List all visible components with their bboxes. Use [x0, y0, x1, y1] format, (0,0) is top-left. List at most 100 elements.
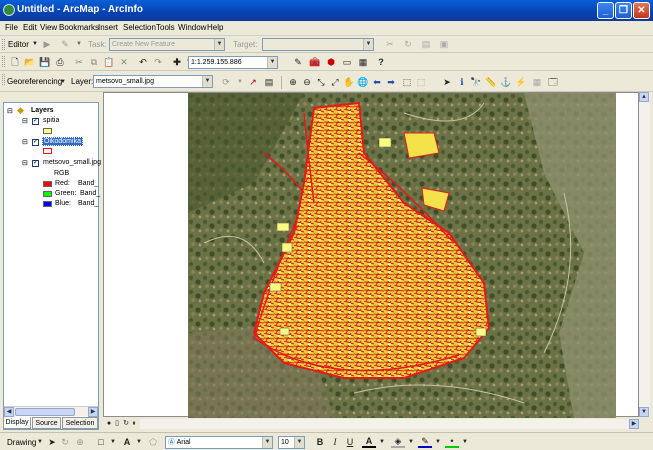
- fixed-zoom-in-icon[interactable]: ⤡: [314, 75, 328, 89]
- font-color-dropdown-icon[interactable]: ▼: [375, 435, 389, 449]
- menu-edit[interactable]: Edit: [23, 23, 37, 32]
- zoom-whole-page-icon[interactable]: ⊕: [73, 435, 87, 449]
- select-features-icon[interactable]: ⬚: [400, 75, 414, 89]
- copy-icon[interactable]: ⧉: [87, 55, 101, 69]
- italic-button[interactable]: I: [328, 435, 342, 449]
- scroll-thumb[interactable]: [15, 408, 75, 416]
- collapse-toggle-icon[interactable]: ⊟: [22, 159, 28, 167]
- menu-bookmarks[interactable]: Bookmarks: [59, 23, 99, 32]
- link-table-icon[interactable]: ▤: [262, 75, 276, 89]
- layer-name[interactable]: spitia: [43, 117, 59, 124]
- rotate-tool-icon[interactable]: ↻: [401, 37, 415, 51]
- menu-window[interactable]: Window: [178, 23, 206, 32]
- drawing-menu[interactable]: Drawing: [7, 438, 36, 447]
- arctoolbox-icon[interactable]: 🧰: [308, 55, 322, 69]
- menu-file[interactable]: File: [5, 23, 18, 32]
- open-icon[interactable]: 📂: [23, 55, 37, 69]
- map-vertical-scrollbar[interactable]: ▲ ▼: [639, 92, 650, 417]
- collapse-toggle-icon[interactable]: ⊟: [7, 107, 13, 115]
- menu-insert[interactable]: Insert: [98, 23, 118, 32]
- find-icon[interactable]: 🔭: [469, 75, 483, 89]
- underline-button[interactable]: U: [343, 435, 357, 449]
- save-icon[interactable]: 💾: [38, 55, 52, 69]
- scroll-right-icon[interactable]: ▶: [629, 419, 639, 429]
- split-tool-icon[interactable]: ✂: [383, 37, 397, 51]
- scroll-up-icon[interactable]: ▲: [639, 92, 649, 102]
- green-band-swatch[interactable]: [43, 191, 52, 197]
- line-color-icon[interactable]: ✎: [418, 434, 432, 448]
- edit-tool-icon[interactable]: ▶: [40, 37, 54, 51]
- undo-icon[interactable]: ↶: [136, 55, 150, 69]
- layer-name[interactable]: metsovo_small.jpg: [43, 159, 101, 166]
- font-color-button[interactable]: A: [362, 434, 376, 448]
- layer-visibility-checkbox[interactable]: ✓: [32, 118, 39, 125]
- fixed-zoom-out-icon[interactable]: ⤢: [328, 75, 342, 89]
- toc-horizontal-scrollbar[interactable]: ◀ ▶: [4, 406, 98, 417]
- map-scale-combo[interactable]: 1:1.259.155.886 ▼: [188, 56, 278, 69]
- editor-menu[interactable]: Editor: [8, 40, 29, 49]
- scroll-left-icon[interactable]: ◀: [4, 407, 14, 417]
- georeferencing-menu[interactable]: Georeferencing: [7, 77, 62, 86]
- minimize-button[interactable]: _: [597, 2, 614, 19]
- font-size-combo[interactable]: 10 ▼: [278, 436, 305, 449]
- map-display[interactable]: [103, 92, 640, 418]
- delete-icon[interactable]: ✕: [117, 55, 131, 69]
- collapse-toggle-icon[interactable]: ⊟: [22, 117, 28, 125]
- edit-vertices-icon[interactable]: ⬠: [146, 435, 160, 449]
- zoom-in-icon[interactable]: ⊕: [286, 75, 300, 89]
- time-slider-icon[interactable]: ▦: [530, 75, 544, 89]
- spitia-symbol[interactable]: [43, 128, 52, 134]
- create-viewer-icon[interactable]: 🗔: [546, 75, 560, 89]
- rectangle-dropdown-icon[interactable]: ▼: [106, 435, 120, 449]
- tab-source[interactable]: Source: [32, 417, 61, 429]
- zoom-out-icon[interactable]: ⊖: [300, 75, 314, 89]
- tab-selection[interactable]: Selection: [62, 417, 98, 429]
- attributes-icon[interactable]: ▤: [419, 37, 433, 51]
- fill-color-dropdown-icon[interactable]: ▼: [404, 435, 418, 449]
- layers-root-label[interactable]: Layers: [31, 107, 54, 114]
- sketch-properties-icon[interactable]: ▣: [437, 37, 451, 51]
- toolbar-grip[interactable]: [2, 39, 5, 50]
- full-extent-icon[interactable]: 🌐: [356, 75, 370, 89]
- measure-icon[interactable]: 📏: [484, 75, 498, 89]
- target-combo[interactable]: ▼: [262, 38, 374, 51]
- previous-extent-icon[interactable]: ⬅: [370, 75, 384, 89]
- arcmap-app-icon[interactable]: [3, 4, 15, 16]
- menu-help[interactable]: Help: [207, 23, 223, 32]
- close-button[interactable]: ✕: [633, 2, 650, 19]
- oikodomika-symbol[interactable]: [43, 148, 52, 154]
- editor-toolbar-icon[interactable]: ✎: [291, 55, 305, 69]
- map-canvas[interactable]: [104, 93, 640, 418]
- model-builder-icon[interactable]: ▦: [356, 55, 370, 69]
- fill-color-icon[interactable]: ◈: [391, 434, 405, 448]
- rotate-icon[interactable]: ⟳: [219, 75, 233, 89]
- font-combo[interactable]: Ⓐ Arial ▼: [165, 436, 273, 449]
- menu-view[interactable]: View: [40, 23, 57, 32]
- redo-icon[interactable]: ↷: [151, 55, 165, 69]
- new-icon[interactable]: 🗋: [8, 55, 22, 69]
- tab-display[interactable]: Display: [3, 417, 31, 429]
- pan-icon[interactable]: ✋: [342, 75, 356, 89]
- toolbar-grip[interactable]: [2, 74, 5, 85]
- layer-visibility-checkbox[interactable]: ✓: [32, 139, 39, 146]
- identify-icon[interactable]: ℹ: [455, 75, 469, 89]
- hyperlink-icon[interactable]: ⚓: [499, 75, 513, 89]
- command-line-icon[interactable]: ▭: [340, 55, 354, 69]
- layer-visibility-checkbox[interactable]: ✓: [32, 160, 39, 167]
- whats-this-icon[interactable]: ?: [374, 55, 388, 69]
- select-elements-icon[interactable]: ➤: [45, 435, 59, 449]
- menu-tools[interactable]: Tools: [156, 23, 175, 32]
- print-icon[interactable]: ⎙: [53, 55, 67, 69]
- scroll-right-icon[interactable]: ▶: [88, 407, 98, 417]
- toolbar-grip[interactable]: [2, 56, 5, 67]
- marker-color-icon[interactable]: •: [445, 434, 459, 448]
- sketch-dropdown-icon[interactable]: ▼: [72, 37, 86, 51]
- line-color-dropdown-icon[interactable]: ▼: [431, 435, 445, 449]
- task-combo[interactable]: Create New Feature ▼: [109, 38, 225, 51]
- map-horizontal-scrollbar[interactable]: ▶: [140, 419, 639, 429]
- scroll-down-icon[interactable]: ▼: [639, 407, 649, 417]
- cut-icon[interactable]: ✂: [72, 55, 86, 69]
- clear-selection-icon[interactable]: ⬚: [414, 75, 428, 89]
- georef-layer-combo[interactable]: metsovo_small.jpg ▼: [93, 75, 213, 88]
- rotate-element-icon[interactable]: ↻: [58, 435, 72, 449]
